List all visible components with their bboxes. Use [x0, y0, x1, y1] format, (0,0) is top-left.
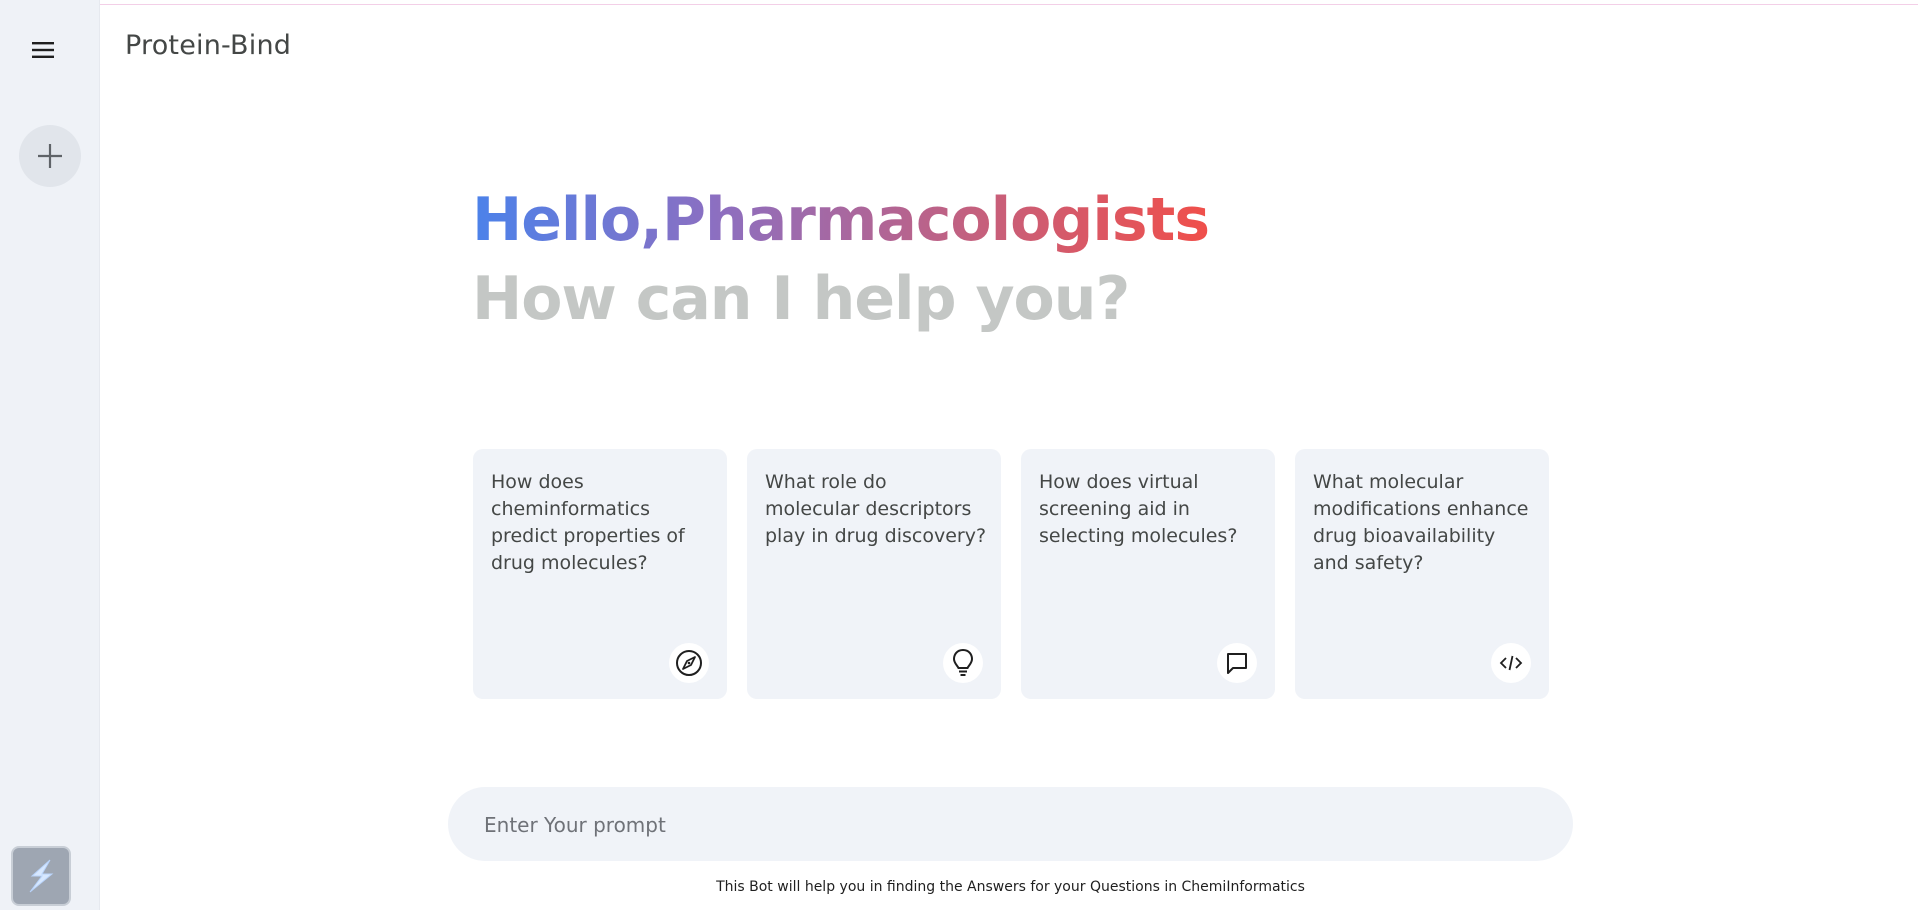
menu-button[interactable] — [26, 36, 60, 64]
suggestion-card-text: How does virtual screening aid in select… — [1039, 471, 1238, 547]
footer-note: This Bot will help you in finding the An… — [716, 879, 1305, 895]
new-chat-button[interactable] — [19, 125, 81, 187]
app-title: Protein-Bind — [125, 30, 292, 61]
app-logo[interactable] — [11, 846, 71, 906]
suggestion-card-text: What role do molecular descriptors play … — [765, 471, 987, 547]
suggestion-card[interactable]: What role do molecular descriptors play … — [747, 449, 1001, 699]
sidebar — [0, 0, 100, 910]
suggestion-card[interactable]: How does cheminformatics predict propert… — [473, 449, 727, 699]
code-icon — [1491, 643, 1531, 683]
greeting-heading: Hello,Pharmacologists — [472, 185, 1210, 255]
prompt-bar — [448, 787, 1573, 863]
suggestion-card[interactable]: What molecular modifications enhance dru… — [1295, 449, 1549, 699]
suggestion-cards: How does cheminformatics predict propert… — [473, 449, 1549, 699]
suggestion-card[interactable]: How does virtual screening aid in select… — [1021, 449, 1275, 699]
suggestion-card-text: What molecular modifications enhance dru… — [1313, 471, 1529, 574]
lightbulb-icon — [943, 643, 983, 683]
chat-bubble-icon — [1217, 643, 1257, 683]
top-accent-line — [0, 4, 1918, 5]
logo-icon — [29, 859, 54, 893]
hamburger-menu-icon — [32, 42, 54, 58]
compass-icon — [669, 643, 709, 683]
suggestion-card-text: How does cheminformatics predict propert… — [491, 471, 685, 574]
prompt-input[interactable] — [482, 787, 1546, 863]
greeting-subtitle: How can I help you? — [472, 264, 1130, 334]
plus-icon — [38, 144, 62, 168]
